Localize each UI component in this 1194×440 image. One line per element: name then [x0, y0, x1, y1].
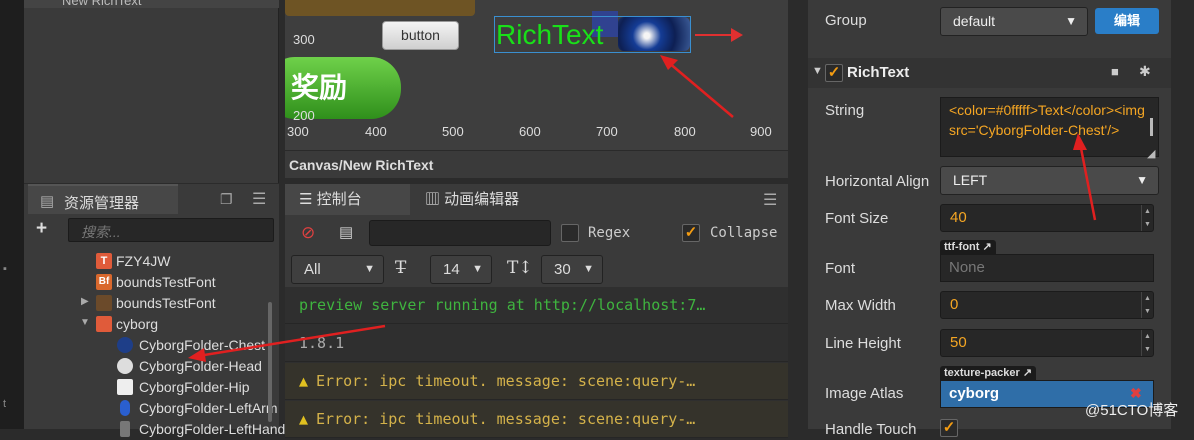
arrowhead-icon: [1073, 133, 1087, 150]
watermark: @51CTO博客: [1085, 402, 1179, 419]
annotation-arrows: [188, 55, 1097, 362]
arrowhead-icon: [188, 348, 206, 362]
annotation-arrow: [667, 61, 734, 118]
annotation-arrow: [1078, 142, 1097, 221]
annotation-arrow: [197, 324, 386, 358]
